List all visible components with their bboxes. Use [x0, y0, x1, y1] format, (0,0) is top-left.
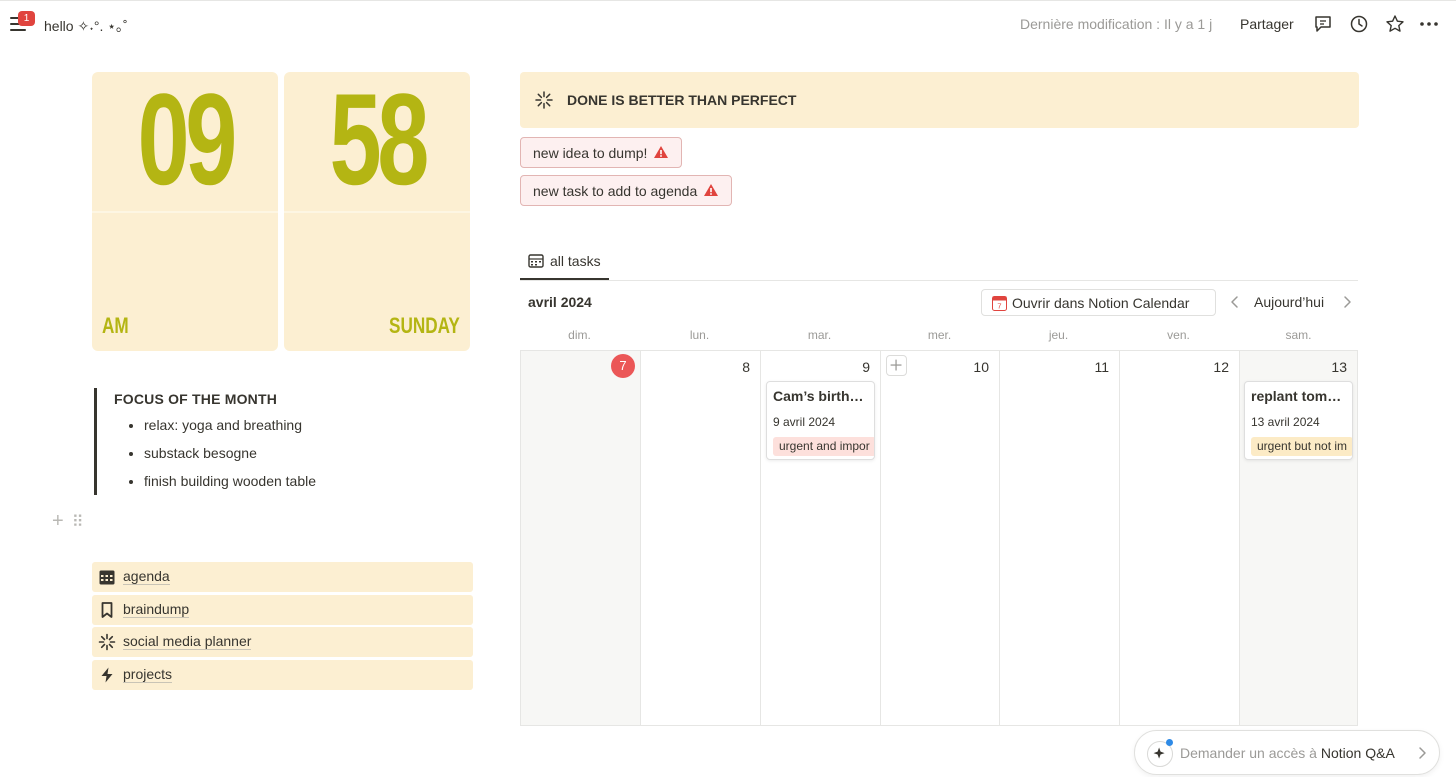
weekday-label: jeu. [1048, 328, 1069, 342]
link-label: social media planner [123, 633, 252, 650]
open-calendar-label: Ouvrir dans Notion Calendar [1012, 295, 1190, 311]
calendar-event-card[interactable]: replant tom… 13 avril 2024 urgent but no… [1244, 381, 1353, 460]
list-item: finish building wooden table [144, 472, 316, 500]
focus-list: relax: yoga and breathing substack besog… [144, 416, 316, 500]
clock-hours: 09 [137, 72, 237, 212]
weekday-label: dim. [568, 328, 591, 342]
page-title[interactable]: hello ✧˖°. ⋆｡˚ [44, 16, 128, 36]
calendar-day-cell[interactable] [521, 351, 641, 725]
star-icon[interactable] [1384, 13, 1406, 35]
bookmark-icon [101, 602, 113, 618]
clock-minutes: 58 [329, 72, 429, 212]
button-label: new idea to dump! [533, 145, 648, 161]
weekday-label: mer. [927, 328, 952, 342]
day-number: 11 [1094, 359, 1109, 375]
svg-text:7: 7 [997, 302, 1001, 311]
sparkle-icon [98, 633, 116, 651]
focus-title: FOCUS OF THE MONTH [114, 391, 278, 407]
last-edited-text: Dernière modification : Il y a 1 j [1020, 16, 1213, 32]
drag-handle-icon[interactable]: ⠿ [72, 512, 84, 532]
event-date: 13 avril 2024 [1251, 415, 1320, 429]
list-item: substack besogne [144, 444, 316, 472]
link-social-media-planner[interactable]: social media planner [92, 627, 473, 657]
block-controls: + ⠿ [52, 510, 91, 533]
link-label: agenda [123, 568, 170, 585]
qa-text: Demander un accès à Notion Q&A [1180, 745, 1395, 761]
event-title: Cam’s birth… [773, 388, 864, 404]
sparkle-icon [535, 91, 553, 109]
weekday-label: lun. [689, 328, 710, 342]
clock-weekday: SUNDAY [389, 313, 460, 338]
today-button[interactable]: Aujourd’hui [1254, 294, 1324, 310]
event-date: 9 avril 2024 [773, 415, 836, 429]
weekday-label: mar. [807, 328, 832, 342]
comment-icon[interactable] [1312, 13, 1334, 35]
add-event-button[interactable] [886, 355, 907, 376]
tab-all-tasks[interactable]: all tasks [520, 246, 609, 280]
priority-tag: urgent but not im [1251, 437, 1352, 456]
weekday-label: ven. [1167, 328, 1190, 342]
flip-divider [92, 211, 278, 213]
previous-arrow-icon[interactable] [1228, 294, 1242, 310]
day-number: 12 [1213, 359, 1229, 375]
calendar-icon [99, 570, 115, 585]
calendar-grid: 8 9 10 11 12 13 [520, 350, 1358, 726]
plus-icon [890, 359, 902, 371]
day-number: 13 [1331, 359, 1347, 375]
clock-hours-card: 09 AM [92, 72, 278, 351]
bolt-icon [101, 667, 113, 683]
button-label: new task to add to agenda [533, 183, 698, 199]
clock-period: AM [102, 313, 129, 338]
weekday-label: sam. [1285, 328, 1312, 342]
warning-icon [654, 146, 669, 158]
notion-qa-request-button[interactable]: Demander un accès à Notion Q&A [1134, 730, 1440, 775]
clock-minutes-card: 58 SUNDAY [284, 72, 470, 351]
day-number: 9 [862, 359, 870, 375]
table-icon [528, 254, 544, 268]
focus-quote-block: FOCUS OF THE MONTH relax: yoga and breat… [94, 388, 474, 495]
today-indicator[interactable]: 7 [611, 354, 635, 378]
tab-divider [520, 280, 1358, 281]
link-label: projects [123, 666, 173, 683]
next-arrow-icon[interactable] [1340, 294, 1354, 310]
new-idea-button[interactable]: new idea to dump! [520, 137, 683, 168]
notion-calendar-icon: 7 [992, 296, 1007, 311]
flip-divider [284, 211, 470, 213]
link-projects[interactable]: projects [92, 660, 473, 690]
top-bar: 1 hello ✧˖°. ⋆｡˚ Dernière modification :… [0, 0, 1456, 46]
link-agenda[interactable]: agenda [92, 562, 473, 592]
day-number: 10 [973, 359, 989, 375]
open-notion-calendar-button[interactable]: 7 Ouvrir dans Notion Calendar [981, 289, 1216, 316]
more-options-icon[interactable] [1418, 13, 1440, 35]
chevron-right-icon [1419, 747, 1426, 759]
calendar-day-cell[interactable]: 12 [1120, 351, 1240, 725]
link-label: braindump [123, 601, 190, 618]
event-title: replant tom… [1251, 388, 1342, 404]
notification-badge[interactable]: 1 [18, 11, 35, 26]
callout-text: DONE IS BETTER THAN PERFECT [567, 92, 797, 108]
new-indicator-dot [1166, 739, 1173, 746]
day-number: 8 [742, 359, 750, 375]
calendar-day-cell[interactable]: 11 [1000, 351, 1120, 725]
warning-icon [704, 184, 719, 196]
add-block-icon[interactable]: + [52, 510, 64, 533]
share-button[interactable]: Partager [1240, 16, 1294, 32]
link-braindump[interactable]: braindump [92, 595, 473, 625]
list-item: relax: yoga and breathing [144, 416, 316, 444]
motto-callout: DONE IS BETTER THAN PERFECT [520, 72, 1359, 128]
calendar-day-cell[interactable]: 8 [641, 351, 761, 725]
tab-label: all tasks [550, 253, 601, 269]
priority-tag: urgent and impor [773, 437, 874, 456]
calendar-day-cell[interactable]: 10 [881, 351, 1000, 725]
calendar-month: avril 2024 [528, 294, 592, 310]
calendar-event-card[interactable]: Cam’s birth… 9 avril 2024 urgent and imp… [766, 381, 875, 460]
history-icon[interactable] [1348, 13, 1370, 35]
new-task-button[interactable]: new task to add to agenda [520, 175, 733, 206]
